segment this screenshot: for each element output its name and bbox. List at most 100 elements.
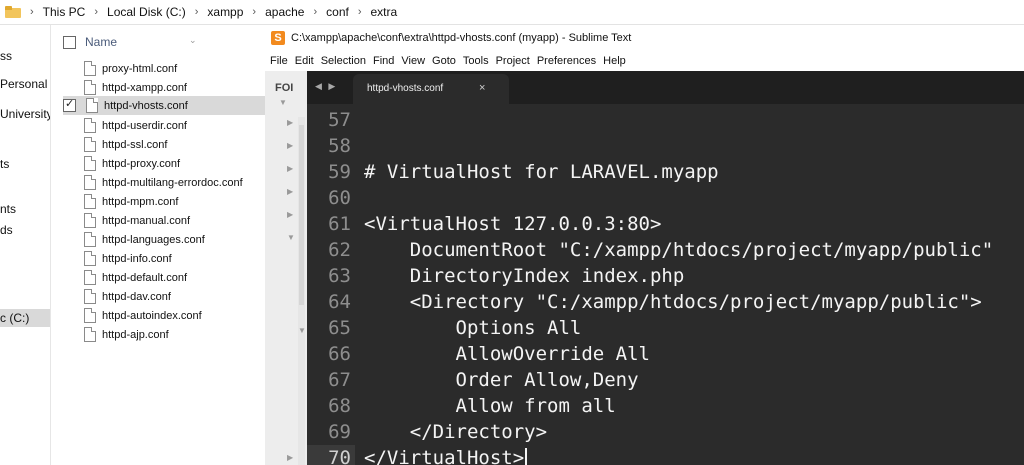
file-row[interactable]: httpd-mpm.conf <box>63 192 265 211</box>
code-editor[interactable]: 57 58 59 # VirtualHost for LARAVEL.myapp 60 6… <box>307 104 1024 465</box>
file-name: httpd-default.conf <box>102 271 188 284</box>
file-row[interactable]: httpd-xampp.conf <box>63 78 265 97</box>
file-row-selected[interactable]: ✓ httpd-vhosts.conf <box>63 96 265 115</box>
nav-item[interactable]: ss <box>0 47 12 65</box>
nav-item[interactable]: ds <box>0 221 13 239</box>
tab-nav-arrows[interactable]: ◀ ▶ <box>315 81 337 92</box>
row-checkbox[interactable]: ✓ <box>63 98 76 112</box>
file-row[interactable]: httpd-multilang-errordoc.conf <box>63 173 265 192</box>
breadcrumb-local-disk[interactable]: Local Disk (C:) <box>107 5 186 19</box>
code-line[interactable]: <Directory "C:/xampp/htdocs/project/myap… <box>364 289 982 315</box>
menu-tools[interactable]: Tools <box>463 55 489 67</box>
chevron-right-icon[interactable]: ▶ <box>287 453 293 462</box>
chevron-right-icon: › <box>252 6 257 18</box>
column-name-label: Name <box>85 35 118 49</box>
file-row[interactable]: httpd-info.conf <box>63 249 265 268</box>
menu-selection[interactable]: Selection <box>321 55 366 67</box>
chevron-right-icon: › <box>194 6 199 18</box>
chevron-down-icon[interactable]: ▼ <box>287 233 295 242</box>
code-text: DocumentRoot "C:/xampp/htdocs/project/my… <box>364 239 994 261</box>
chevron-right-icon: › <box>94 6 99 18</box>
menu-help[interactable]: Help <box>603 55 626 67</box>
file-row[interactable]: httpd-userdir.conf <box>63 116 265 135</box>
sidebar-scroll-thumb[interactable] <box>299 125 304 305</box>
code-line[interactable]: # VirtualHost for LARAVEL.myapp <box>364 159 719 185</box>
file-name: httpd-dav.conf <box>102 290 171 303</box>
scroll-down-icon[interactable]: ▼ <box>298 326 306 335</box>
line-number: 69 <box>328 421 351 443</box>
breadcrumb-extra[interactable]: extra <box>371 5 398 19</box>
file-row[interactable]: httpd-default.conf <box>63 268 265 287</box>
menu-goto[interactable]: Goto <box>432 55 456 67</box>
line-number: 57 <box>328 109 351 131</box>
column-header-name[interactable]: Name ⌄ <box>63 33 197 51</box>
select-all-checkbox[interactable] <box>63 35 76 49</box>
file-icon <box>84 270 96 285</box>
file-row[interactable]: httpd-languages.conf <box>63 230 265 249</box>
chevron-right-icon[interactable]: ▶ <box>287 118 293 127</box>
nav-item[interactable]: University <box>0 105 50 123</box>
chevron-down-icon: ⌄ <box>189 35 197 45</box>
menu-find[interactable]: Find <box>373 55 394 67</box>
file-name: httpd-mpm.conf <box>102 195 179 208</box>
file-name: proxy-html.conf <box>102 62 178 75</box>
code-line[interactable]: </Directory> <box>364 419 547 445</box>
code-line[interactable]: DocumentRoot "C:/xampp/htdocs/project/my… <box>364 237 993 263</box>
menu-project[interactable]: Project <box>496 55 530 67</box>
file-row[interactable]: httpd-dav.conf <box>63 287 265 306</box>
breadcrumb-apache[interactable]: apache <box>265 5 304 19</box>
file-icon <box>84 327 96 342</box>
menu-file[interactable]: File <box>270 55 288 67</box>
menu-edit[interactable]: Edit <box>295 55 314 67</box>
chevron-right-icon[interactable]: ▶ <box>287 210 293 219</box>
code-text: <VirtualHost 127.0.0.3:80> <box>364 213 662 235</box>
code-line[interactable]: Allow from all <box>364 393 616 419</box>
file-row[interactable]: httpd-ssl.conf <box>63 135 265 154</box>
code-text: Order Allow,Deny <box>364 369 639 391</box>
breadcrumb-this-pc[interactable]: This PC <box>43 5 86 19</box>
nav-item[interactable]: ts <box>0 155 9 173</box>
code-line[interactable]: DirectoryIndex index.php <box>364 263 685 289</box>
nav-item-local-disk[interactable]: c (C:) <box>0 309 50 327</box>
chevron-right-icon[interactable]: ▶ <box>287 141 293 150</box>
breadcrumb-xampp[interactable]: xampp <box>207 5 243 19</box>
menu-preferences[interactable]: Preferences <box>537 55 596 67</box>
file-name: httpd-ajp.conf <box>102 328 169 341</box>
file-row[interactable]: proxy-html.conf <box>63 59 265 78</box>
file-row[interactable]: httpd-manual.conf <box>63 211 265 230</box>
file-row[interactable]: httpd-proxy.conf <box>63 154 265 173</box>
chevron-right-icon[interactable]: ▶ <box>287 187 293 196</box>
nav-item[interactable]: nts <box>0 200 16 218</box>
line-number: 67 <box>328 369 351 391</box>
code-line[interactable]: </VirtualHost> <box>364 445 528 465</box>
line-number: 65 <box>328 317 351 339</box>
code-text: <Directory "C:/xampp/htdocs/project/myap… <box>364 291 982 313</box>
line-number: 59 <box>328 161 351 183</box>
chevron-right-icon[interactable]: ▶ <box>287 164 293 173</box>
code-text: </Directory> <box>364 421 548 443</box>
file-name: httpd-xampp.conf <box>102 81 187 94</box>
line-number: 66 <box>328 343 351 365</box>
sublime-logo-icon: S <box>271 31 285 45</box>
file-icon <box>84 118 96 133</box>
menu-view[interactable]: View <box>401 55 425 67</box>
file-row[interactable]: httpd-autoindex.conf <box>63 306 265 325</box>
nav-item[interactable]: Personal <box>0 75 47 93</box>
close-icon[interactable]: × <box>479 82 485 94</box>
code-line[interactable]: Options All <box>364 315 582 341</box>
check-icon: ✓ <box>65 98 75 110</box>
file-icon <box>84 251 96 266</box>
file-icon <box>84 308 96 323</box>
file-row[interactable]: httpd-ajp.conf <box>63 325 265 344</box>
line-number: 64 <box>328 291 351 313</box>
code-line[interactable]: Order Allow,Deny <box>364 367 639 393</box>
chevron-down-icon[interactable]: ▼ <box>279 98 287 107</box>
tab-httpd-vhosts[interactable]: httpd-vhosts.conf × <box>353 74 509 104</box>
code-line[interactable]: <VirtualHost 127.0.0.3:80> <box>364 211 661 237</box>
tab-label: httpd-vhosts.conf <box>367 83 444 94</box>
address-bar[interactable]: › This PC › Local Disk (C:) › xampp › ap… <box>0 0 1024 25</box>
title-bar[interactable]: S C:\xampp\apache\conf\extra\httpd-vhost… <box>265 25 1024 51</box>
file-name: httpd-ssl.conf <box>102 138 168 151</box>
code-line[interactable]: AllowOverride All <box>364 341 650 367</box>
breadcrumb-conf[interactable]: conf <box>326 5 349 19</box>
